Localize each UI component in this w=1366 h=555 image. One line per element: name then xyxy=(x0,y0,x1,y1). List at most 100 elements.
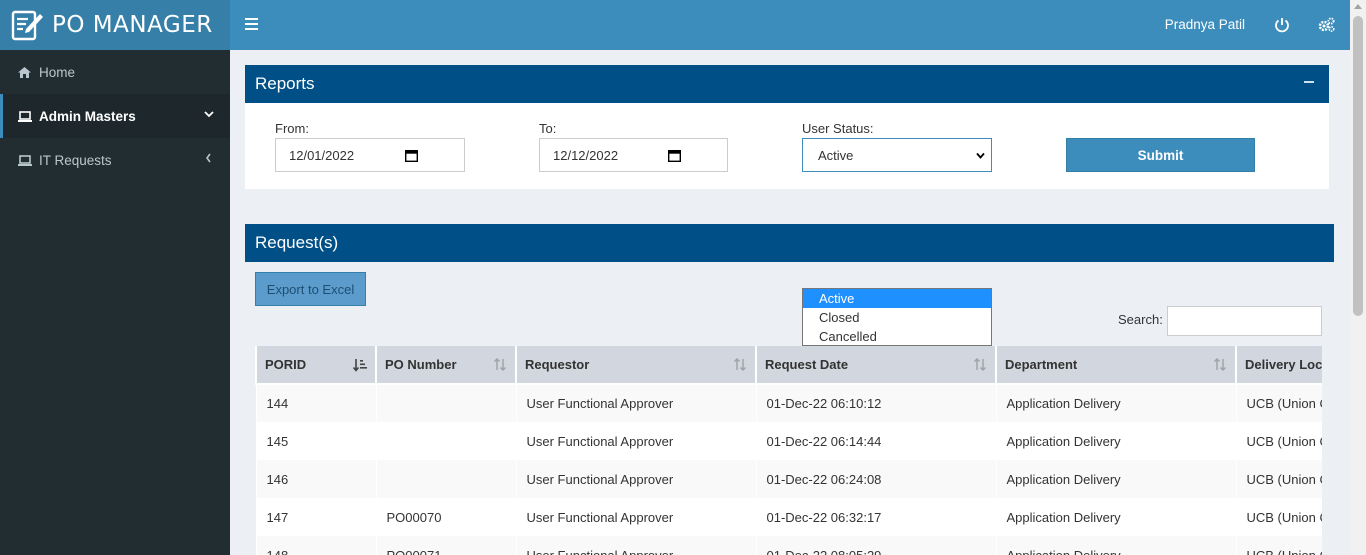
to-date-input[interactable]: 12/12/2022 xyxy=(539,138,728,172)
column-header-request-date[interactable]: Request Date xyxy=(755,346,997,385)
cell-porid: 145 xyxy=(255,422,376,460)
sidebar-item-label: Home xyxy=(39,64,76,80)
cell-delivery-location: UCB (Union Centre) xyxy=(1235,384,1322,422)
search-input[interactable] xyxy=(1167,306,1322,336)
reports-title: Reports xyxy=(255,74,315,93)
requests-title: Request(s) xyxy=(255,233,339,252)
cell-po-number xyxy=(375,384,516,422)
sidebar-item-home[interactable]: Home xyxy=(0,50,230,94)
calendar-icon[interactable] xyxy=(668,149,681,162)
cell-requestor: User Functional Approver xyxy=(515,384,756,422)
user-name[interactable]: Pradnya Patil xyxy=(1165,17,1245,32)
laptop-icon xyxy=(18,110,32,122)
column-header-label: PO Number xyxy=(385,357,457,372)
cell-po-number: PO00071 xyxy=(375,536,516,555)
column-header-label: Request Date xyxy=(765,357,849,372)
scroll-up-arrow-icon[interactable] xyxy=(1354,4,1362,9)
from-date-input[interactable]: 12/01/2022 xyxy=(275,138,465,172)
table-row[interactable]: 146 User Functional Approver 01-Dec-22 0… xyxy=(255,460,1322,498)
sort-both-icon[interactable] xyxy=(973,358,987,372)
column-header-po-number[interactable]: PO Number xyxy=(375,346,517,385)
cell-delivery-location: UCB (Union Centre) xyxy=(1235,498,1322,536)
cell-porid: 147 xyxy=(255,498,376,536)
sort-both-icon[interactable] xyxy=(1213,358,1227,372)
scrollbar-thumb[interactable] xyxy=(1353,16,1363,316)
column-header-delivery-location[interactable]: Delivery Location xyxy=(1235,346,1322,385)
from-date-value: 12/01/2022 xyxy=(289,147,355,163)
dropdown-option-active[interactable]: Active xyxy=(803,289,991,308)
export-to-excel-button[interactable]: Export to Excel xyxy=(255,272,366,306)
table-header-row: PORID PO Number Requestor Request Date D… xyxy=(255,346,1322,385)
table-row[interactable]: 145 User Functional Approver 01-Dec-22 0… xyxy=(255,422,1322,460)
column-header-label: PORID xyxy=(265,357,307,372)
cell-porid: 144 xyxy=(255,384,376,422)
sidebar: PO MANAGER Home Admin Masters IT Request… xyxy=(0,0,230,555)
cell-porid: 148 xyxy=(255,536,376,555)
chevron-left-icon xyxy=(206,153,211,163)
sort-both-icon[interactable] xyxy=(493,358,507,372)
calendar-icon[interactable] xyxy=(405,149,418,162)
home-icon xyxy=(18,66,32,78)
sidebar-item-label: IT Requests xyxy=(39,152,112,168)
search-label: Search: xyxy=(1118,312,1163,327)
column-header-label: Requestor xyxy=(525,357,590,372)
top-navbar: Pradnya Patil xyxy=(230,0,1350,50)
cell-request-date: 01-Dec-22 08:05:29 xyxy=(755,536,996,555)
sort-descending-icon[interactable] xyxy=(353,358,367,372)
user-status-dropdown-list: Active Closed Cancelled xyxy=(802,288,992,346)
table-row[interactable]: 144 User Functional Approver 01-Dec-22 0… xyxy=(255,384,1322,422)
to-date-value: 12/12/2022 xyxy=(553,147,619,163)
edit-document-icon xyxy=(11,10,43,41)
cell-department: Application Delivery xyxy=(995,422,1236,460)
cell-requestor: User Functional Approver xyxy=(515,460,756,498)
user-status-label: User Status: xyxy=(802,121,874,136)
page-scrollbar[interactable] xyxy=(1350,0,1366,555)
reports-filter-form: From: 12/01/2022 To: 12/12/2022 User Sta… xyxy=(245,103,1329,189)
cell-requestor: User Functional Approver xyxy=(515,536,756,555)
brand-logo[interactable]: PO MANAGER xyxy=(0,0,230,50)
power-icon[interactable] xyxy=(1274,17,1290,33)
sidebar-nav: Home Admin Masters IT Requests xyxy=(0,50,230,182)
gears-icon[interactable] xyxy=(1318,17,1335,33)
cell-department: Application Delivery xyxy=(995,460,1236,498)
collapse-minus-icon[interactable] xyxy=(1304,81,1314,83)
requests-box-header: Request(s) xyxy=(245,224,1334,262)
cell-porid: 146 xyxy=(255,460,376,498)
column-header-department[interactable]: Department xyxy=(995,346,1237,385)
column-header-requestor[interactable]: Requestor xyxy=(515,346,757,385)
user-status-value: Active xyxy=(818,147,854,163)
chevron-down-icon xyxy=(204,111,214,118)
cell-department: Application Delivery xyxy=(995,384,1236,422)
column-header-label: Department xyxy=(1005,357,1078,372)
from-label: From: xyxy=(275,121,309,136)
cell-requestor: User Functional Approver xyxy=(515,498,756,536)
user-status-select[interactable]: Active xyxy=(802,138,992,172)
chevron-down-icon xyxy=(976,152,985,159)
cell-department: Application Delivery xyxy=(995,536,1236,555)
dropdown-option-cancelled[interactable]: Cancelled xyxy=(803,327,991,346)
sidebar-item-admin-masters[interactable]: Admin Masters xyxy=(0,94,230,138)
cell-delivery-location: UCB (Union Centre) xyxy=(1235,460,1322,498)
cell-po-number xyxy=(375,422,516,460)
cell-department: Application Delivery xyxy=(995,498,1236,536)
table-row[interactable]: 148 PO00071 User Functional Approver 01-… xyxy=(255,536,1322,555)
cell-po-number xyxy=(375,460,516,498)
cell-delivery-location: UCB (Union Centre) xyxy=(1235,536,1322,555)
column-header-label: Delivery Location xyxy=(1245,357,1322,372)
sidebar-item-it-requests[interactable]: IT Requests xyxy=(0,138,230,182)
hamburger-menu-icon[interactable] xyxy=(245,18,258,30)
submit-button[interactable]: Submit xyxy=(1066,138,1255,172)
app-title: PO MANAGER xyxy=(52,12,213,38)
cell-request-date: 01-Dec-22 06:14:44 xyxy=(755,422,996,460)
cell-requestor: User Functional Approver xyxy=(515,422,756,460)
cell-request-date: 01-Dec-22 06:32:17 xyxy=(755,498,996,536)
laptop-icon xyxy=(18,154,32,166)
dropdown-option-closed[interactable]: Closed xyxy=(803,308,991,327)
table-row[interactable]: 147 PO00070 User Functional Approver 01-… xyxy=(255,498,1322,536)
cell-po-number: PO00070 xyxy=(375,498,516,536)
sort-both-icon[interactable] xyxy=(733,358,747,372)
reports-box-header: Reports xyxy=(245,65,1329,103)
to-label: To: xyxy=(539,121,557,136)
requests-table: PORID PO Number Requestor Request Date D… xyxy=(255,346,1322,555)
column-header-porid[interactable]: PORID xyxy=(255,346,377,385)
